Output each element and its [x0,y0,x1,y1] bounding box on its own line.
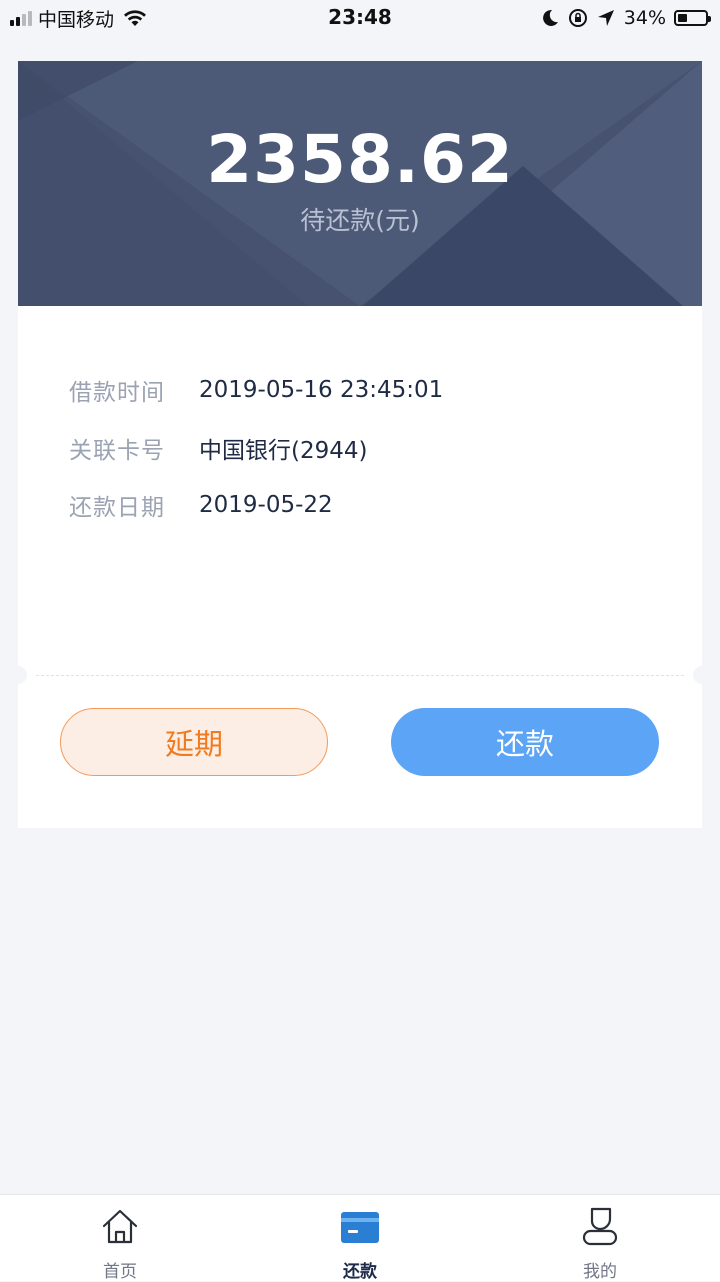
detail-value: 中国银行(2944) [199,438,368,464]
ticket-notch-right [693,666,711,684]
detail-row-due-date: 还款日期 2019-05-22 [69,488,333,522]
status-right: 34% [540,5,711,31]
pending-amount-label: 待还款(元) [300,206,420,235]
detail-row-loan-time: 借款时间 2019-05-16 23:45:01 [69,373,443,407]
tab-label: 我的 [583,1262,617,1282]
loan-detail-card: 借款时间 2019-05-16 23:45:01 关联卡号 中国银行(2944)… [9,306,711,828]
battery-fill [678,14,687,22]
tab-mine[interactable]: 我的 [480,1195,720,1282]
tab-label: 还款 [343,1262,377,1282]
battery-icon [674,10,711,26]
detail-row-linked-card: 关联卡号 中国银行(2944) [69,431,367,465]
rotation-lock-icon [568,9,587,27]
detail-value: 2019-05-16 23:45:01 [199,377,444,403]
extend-button[interactable]: 延期 [60,708,328,776]
status-bar: 中国移动 23:48 34% [0,0,720,36]
ticket-notch-left [9,666,27,684]
pending-amount: 2358.62 [206,121,514,198]
home-icon [102,1209,138,1244]
tab-repay[interactable]: 还款 [240,1195,480,1282]
repay-button[interactable]: 还款 [391,708,659,776]
location-arrow-icon [597,10,614,26]
card-icon [341,1212,379,1243]
tab-bar: 首页 还款 我的 [0,1194,720,1282]
detail-label: 还款日期 [69,495,165,521]
tab-label: 首页 [103,1262,137,1282]
detail-label: 借款时间 [69,380,165,406]
tab-home[interactable]: 首页 [0,1195,240,1282]
detail-label: 关联卡号 [69,438,165,464]
detail-value: 2019-05-22 [199,492,333,518]
balance-header: 2358.62 待还款(元) [18,61,702,306]
moon-icon [542,9,558,26]
battery-percent: 34% [623,7,666,29]
profile-icon [582,1207,618,1246]
dashed-divider [36,675,684,676]
